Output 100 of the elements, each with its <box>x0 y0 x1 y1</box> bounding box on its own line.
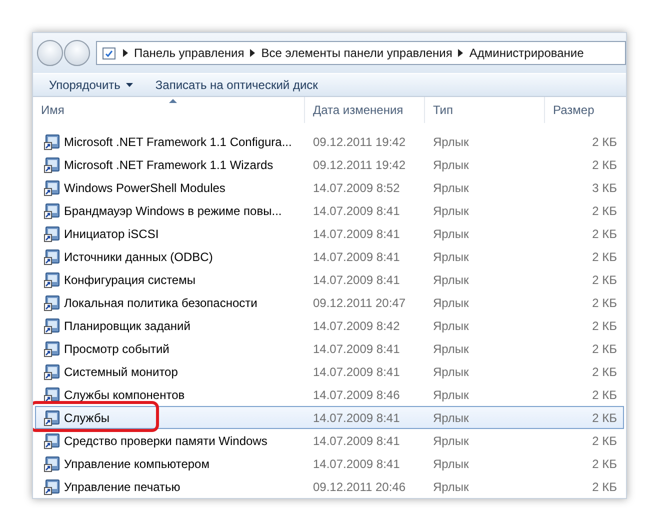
date-cell-text: 14.07.2009 8:41 <box>312 364 401 378</box>
file-row[interactable]: Конфигурация системы 14.07.2009 8:41 Ярлык 2 КБ <box>35 268 624 291</box>
file-row[interactable]: Локальная политика безопасности 09.12.2011 20:47 Ярлык 2 КБ <box>35 291 624 314</box>
address-bar[interactable]: Панель управления Все элементы панели управления Администрирование <box>96 40 626 65</box>
file-row[interactable]: Просмотр событий 14.07.2009 8:41 Ярлык 2 КБ <box>35 337 624 360</box>
file-name: Службы <box>64 410 110 424</box>
type-cell-text: Ярлык <box>432 388 470 402</box>
breadcrumb[interactable]: Все элементы панели управления <box>261 46 452 60</box>
file-name: Локальная политика безопасности <box>64 296 258 310</box>
date-cell-text: 09.12.2011 20:46 <box>312 480 407 494</box>
date-cell-text: 09.12.2011 19:42 <box>312 134 407 148</box>
date-cell-text: 09.12.2011 19:42 <box>312 158 407 172</box>
size-cell-text: 2 КБ <box>591 388 618 402</box>
file-row[interactable]: Брандмауэр Windows в режиме повы... 14.07.2009 8:41 Ярлык 2 КБ <box>35 199 624 222</box>
date-cell-text: 14.07.2009 8:41 <box>312 434 401 448</box>
file-name: Планировщик заданий <box>64 318 190 332</box>
file-name: Конфигурация системы <box>64 272 196 286</box>
shortcut-icon <box>44 202 60 218</box>
chevron-icon[interactable] <box>458 48 464 57</box>
type-cell-text: Ярлык <box>432 410 470 424</box>
column-header[interactable]: Тип <box>425 97 545 123</box>
column-header[interactable]: Дата изменения <box>305 97 425 123</box>
date-cell-text: 14.07.2009 8:46 <box>312 388 401 402</box>
size-cell-text: 2 КБ <box>591 342 618 356</box>
type-cell-text: Ярлык <box>432 180 470 194</box>
type-cell-text: Ярлык <box>432 134 470 148</box>
shortcut-icon <box>44 318 60 334</box>
size-cell-text: 2 КБ <box>591 204 618 218</box>
type-cell-text: Ярлык <box>432 456 470 470</box>
file-row[interactable]: Управление печатью 09.12.2011 20:46 Ярлык 2 КБ <box>35 475 624 498</box>
shortcut-icon <box>44 410 60 426</box>
shortcut-icon <box>44 340 60 356</box>
type-cell-text: Ярлык <box>432 342 470 356</box>
file-row[interactable]: Управление компьютером 14.07.2009 8:41 Ярлык 2 КБ <box>35 452 624 475</box>
file-row[interactable]: Службы компонентов 14.07.2009 8:46 Ярлык 2 КБ <box>35 383 624 406</box>
shortcut-icon <box>44 386 60 402</box>
date-cell-text: 14.07.2009 8:41 <box>312 226 401 240</box>
size-cell-text: 2 КБ <box>591 296 618 310</box>
back-button[interactable] <box>37 40 63 66</box>
size-cell-text: 2 КБ <box>591 318 618 332</box>
date-cell-text: 14.07.2009 8:41 <box>312 342 401 356</box>
date-cell-text: 14.07.2009 8:41 <box>312 410 401 424</box>
size-cell-text: 2 КБ <box>591 158 618 172</box>
size-cell-text: 2 КБ <box>591 410 618 424</box>
date-cell-text: 14.07.2009 8:52 <box>312 180 401 194</box>
shortcut-icon <box>44 156 60 172</box>
file-row[interactable]: Windows PowerShell Modules 14.07.2009 8:52 Ярлык 3 КБ <box>35 176 624 199</box>
type-cell-text: Ярлык <box>432 204 470 218</box>
column-header[interactable]: Размер <box>545 97 626 123</box>
type-cell-text: Ярлык <box>432 296 470 310</box>
file-row[interactable]: Планировщик заданий 14.07.2009 8:42 Ярлык 2 КБ <box>35 314 624 337</box>
breadcrumb[interactable]: Администрирование <box>469 46 584 60</box>
type-cell-text: Ярлык <box>432 226 470 240</box>
toolbar-button[interactable]: Записать на оптический диск <box>147 74 326 96</box>
size-cell-text: 2 КБ <box>591 226 618 240</box>
file-name: Microsoft .NET Framework 1.1 Configura... <box>64 134 292 148</box>
chevron-icon[interactable] <box>123 48 128 57</box>
file-row[interactable]: Microsoft .NET Framework 1.1 Wizards 09.12.2011 19:42 Ярлык 2 КБ <box>35 153 624 176</box>
shortcut-icon <box>44 248 60 264</box>
shortcut-icon <box>44 294 60 310</box>
shortcut-icon <box>44 432 60 448</box>
date-cell-text: 14.07.2009 8:41 <box>312 456 401 470</box>
file-name: Инициатор iSCSI <box>64 226 159 240</box>
file-name: Источники данных (ODBC) <box>64 250 213 264</box>
file-row[interactable]: Microsoft .NET Framework 1.1 Configura... 09.12.2011 19:42 Ярлык 2 КБ <box>35 130 624 153</box>
date-cell-text: 14.07.2009 8:42 <box>312 318 401 332</box>
size-cell-text: 3 КБ <box>591 180 618 194</box>
size-cell-text: 2 КБ <box>591 364 618 378</box>
shortcut-icon <box>44 364 60 380</box>
file-row[interactable]: Средство проверки памяти Windows 14.07.2009 8:41 Ярлык 2 КБ <box>35 429 624 452</box>
type-cell-text: Ярлык <box>432 272 470 286</box>
file-row[interactable]: Системный монитор 14.07.2009 8:41 Ярлык 2 КБ <box>35 360 624 383</box>
file-name: Просмотр событий <box>64 342 170 356</box>
file-name: Управление печатью <box>64 480 180 494</box>
file-row[interactable]: Источники данных (ODBC) 14.07.2009 8:41 Ярлык 2 КБ <box>35 245 624 268</box>
size-cell-text: 2 КБ <box>591 134 618 148</box>
file-name: Системный монитор <box>64 364 178 378</box>
file-row[interactable]: Инициатор iSCSI 14.07.2009 8:41 Ярлык 2 КБ <box>35 222 624 245</box>
file-row[interactable]: Службы 14.07.2009 8:41 Ярлык 2 КБ <box>35 406 624 429</box>
file-name: Брандмауэр Windows в режиме повы... <box>64 204 282 218</box>
forward-button[interactable] <box>64 40 90 66</box>
control-panel-icon <box>101 44 117 61</box>
size-cell-text: 2 КБ <box>591 250 618 264</box>
toolbar-button[interactable]: Упорядочить <box>41 74 142 96</box>
type-cell-text: Ярлык <box>432 434 470 448</box>
date-cell-text: 14.07.2009 8:41 <box>312 250 401 264</box>
column-header[interactable]: Имя <box>33 97 305 123</box>
file-name: Службы компонентов <box>64 388 185 402</box>
shortcut-icon <box>44 226 60 242</box>
date-cell-text: 14.07.2009 8:41 <box>312 272 401 286</box>
breadcrumb[interactable]: Панель управления <box>134 46 244 60</box>
file-name: Средство проверки памяти Windows <box>64 434 268 448</box>
size-cell-text: 2 КБ <box>591 480 618 494</box>
chevron-icon[interactable] <box>250 48 256 57</box>
sort-arrow-icon <box>169 99 177 103</box>
type-cell-text: Ярлык <box>432 318 470 332</box>
type-cell-text: Ярлык <box>432 480 470 494</box>
shortcut-icon <box>44 180 60 196</box>
file-name: Windows PowerShell Modules <box>64 180 226 194</box>
size-cell-text: 2 КБ <box>591 456 618 470</box>
